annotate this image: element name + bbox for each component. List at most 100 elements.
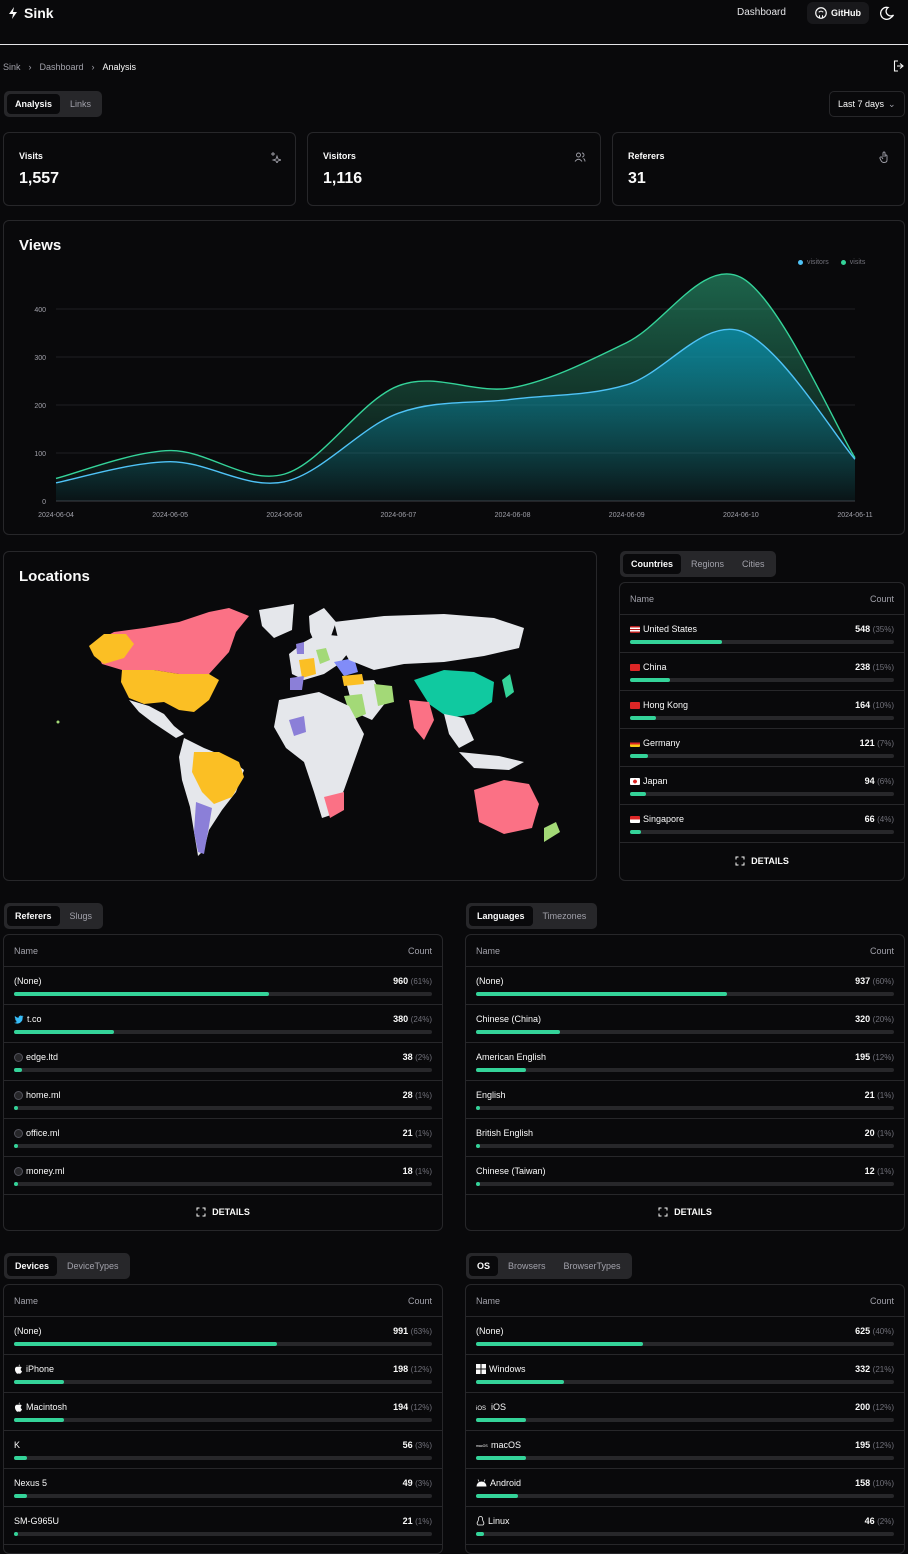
table-row[interactable]: China 238 (15%) [620, 653, 904, 691]
count-percent: (10%) [872, 701, 894, 710]
progress-track [630, 716, 894, 720]
row-count: 960 (61%) [393, 976, 432, 986]
row-count: 380 (24%) [393, 1014, 432, 1024]
breadcrumb-sink[interactable]: Sink [3, 62, 21, 72]
count-value: 38 [402, 1052, 413, 1062]
tab-cities[interactable]: Cities [734, 554, 773, 574]
date-range-select[interactable]: Last 7 days ⌄ [829, 91, 905, 117]
countries-table: Name Count United States 548 (35%) China 23… [619, 582, 905, 881]
table-row[interactable]: Windows 332 (21%) [466, 1355, 904, 1393]
table-row[interactable]: Macintosh 194 (12%) [4, 1393, 442, 1431]
map-uk [296, 642, 304, 654]
map-australia [474, 780, 539, 834]
count-percent: (63%) [410, 1327, 432, 1336]
map-southeast-asia [444, 714, 474, 748]
count-percent: (20%) [872, 1015, 894, 1024]
count-value: 548 [855, 624, 871, 634]
tab-os[interactable]: OS [469, 1256, 499, 1276]
table-header: Name Count [620, 583, 904, 615]
table-row[interactable]: Chinese (China) 320 (20%) [466, 1005, 904, 1043]
details-button[interactable]: DETAILS [466, 1207, 904, 1217]
favicon-icon [14, 1090, 23, 1100]
flag-us-icon [630, 625, 640, 633]
table-row[interactable]: iOS iOS 200 (12%) [466, 1393, 904, 1431]
details-button[interactable]: DETAILS [620, 856, 904, 866]
progress-track [476, 1418, 894, 1422]
app-logo[interactable]: Sink [8, 5, 54, 21]
tab-referers[interactable]: Referers [7, 906, 60, 926]
world-map[interactable] [4, 552, 596, 880]
svg-text:macOS: macOS [476, 1444, 488, 1448]
table-row[interactable]: macOS macOS 195 (12%) [466, 1431, 904, 1469]
table-row[interactable]: (None) 991 (63%) [4, 1317, 442, 1355]
tab-browsertypes[interactable]: BrowserTypes [556, 1256, 629, 1276]
x-tick-label: 2024-06-05 [152, 512, 188, 519]
tab-countries[interactable]: Countries [623, 554, 682, 574]
progress-track [476, 1144, 894, 1148]
details-button[interactable]: DETAILS [4, 1207, 442, 1217]
stat-value: 31 [628, 170, 646, 187]
languages-table: Name Count (None) 937 (60%) Chinese (China… [465, 934, 905, 1231]
count-percent: (3%) [415, 1479, 432, 1488]
count-value: 20 [864, 1128, 875, 1138]
table-row[interactable]: home.ml 28 (1%) [4, 1081, 442, 1119]
progress-fill [476, 992, 727, 996]
moon-icon[interactable] [880, 5, 896, 21]
table-row[interactable]: English 21 (1%) [466, 1081, 904, 1119]
table-row[interactable]: Chinese (Taiwan) 12 (1%) [466, 1157, 904, 1195]
row-label: Chinese (Taiwan) [476, 1166, 546, 1176]
tab-slugs[interactable]: Slugs [62, 906, 101, 926]
tab-languages[interactable]: Languages [469, 906, 533, 926]
table-row[interactable]: Singapore 66 (4%) [620, 805, 904, 843]
twitter-icon [14, 1015, 24, 1024]
tab-devicetypes[interactable]: DeviceTypes [59, 1256, 127, 1276]
table-row[interactable]: edge.ltd 38 (2%) [4, 1043, 442, 1081]
col-name: Name [476, 1296, 501, 1306]
table-row[interactable]: office.ml 21 (1%) [4, 1119, 442, 1157]
tab-devices[interactable]: Devices [7, 1256, 58, 1276]
count-value: 164 [855, 700, 871, 710]
nav-dashboard-link[interactable]: Dashboard [737, 7, 786, 18]
table-row[interactable]: Linux 46 (2%) [466, 1507, 904, 1545]
table-row[interactable]: (None) 937 (60%) [466, 967, 904, 1005]
tab-timezones[interactable]: Timezones [535, 906, 595, 926]
table-row[interactable]: t.co 380 (24%) [4, 1005, 442, 1043]
progress-track [630, 830, 894, 834]
y-tick-label: 200 [34, 403, 46, 410]
row-label: Windows [476, 1364, 526, 1374]
table-row[interactable]: Germany 121 (7%) [620, 729, 904, 767]
table-row[interactable]: Japan 94 (6%) [620, 767, 904, 805]
table-row[interactable]: Android 158 (10%) [466, 1469, 904, 1507]
tab-regions[interactable]: Regions [683, 554, 732, 574]
table-row[interactable]: American English 195 (12%) [466, 1043, 904, 1081]
logout-icon[interactable] [893, 60, 905, 72]
stat-card-visits: Visits 1,557 [3, 132, 296, 206]
table-row[interactable]: Hong Kong 164 (10%) [620, 691, 904, 729]
table-row[interactable]: (None) 960 (61%) [4, 967, 442, 1005]
y-tick-label: 0 [42, 499, 46, 506]
table-row[interactable]: Nexus 5 49 (3%) [4, 1469, 442, 1507]
count-value: 195 [855, 1440, 871, 1450]
ios-icon: iOS [476, 1403, 488, 1412]
progress-track [14, 1532, 432, 1536]
row-label: American English [476, 1052, 546, 1062]
table-row[interactable]: money.ml 18 (1%) [4, 1157, 442, 1195]
github-button[interactable]: GitHub [807, 2, 869, 24]
progress-fill [14, 992, 269, 996]
breadcrumb-dashboard[interactable]: Dashboard [40, 62, 84, 72]
table-row[interactable]: K 56 (3%) [4, 1431, 442, 1469]
tab-links[interactable]: Links [62, 94, 99, 114]
tab-browsers[interactable]: Browsers [500, 1256, 554, 1276]
row-count: 198 (12%) [393, 1364, 432, 1374]
progress-fill [476, 1342, 644, 1346]
count-value: 21 [402, 1516, 413, 1526]
table-row[interactable]: United States 548 (35%) [620, 615, 904, 653]
row-count: 164 (10%) [855, 700, 894, 710]
progress-fill [476, 1456, 527, 1460]
table-row[interactable]: British English 20 (1%) [466, 1119, 904, 1157]
table-row[interactable]: (None) 625 (40%) [466, 1317, 904, 1355]
tab-analysis[interactable]: Analysis [7, 94, 61, 114]
table-row[interactable]: iPhone 198 (12%) [4, 1355, 442, 1393]
col-count: Count [869, 594, 894, 604]
table-row[interactable]: SM-G965U 21 (1%) [4, 1507, 442, 1545]
